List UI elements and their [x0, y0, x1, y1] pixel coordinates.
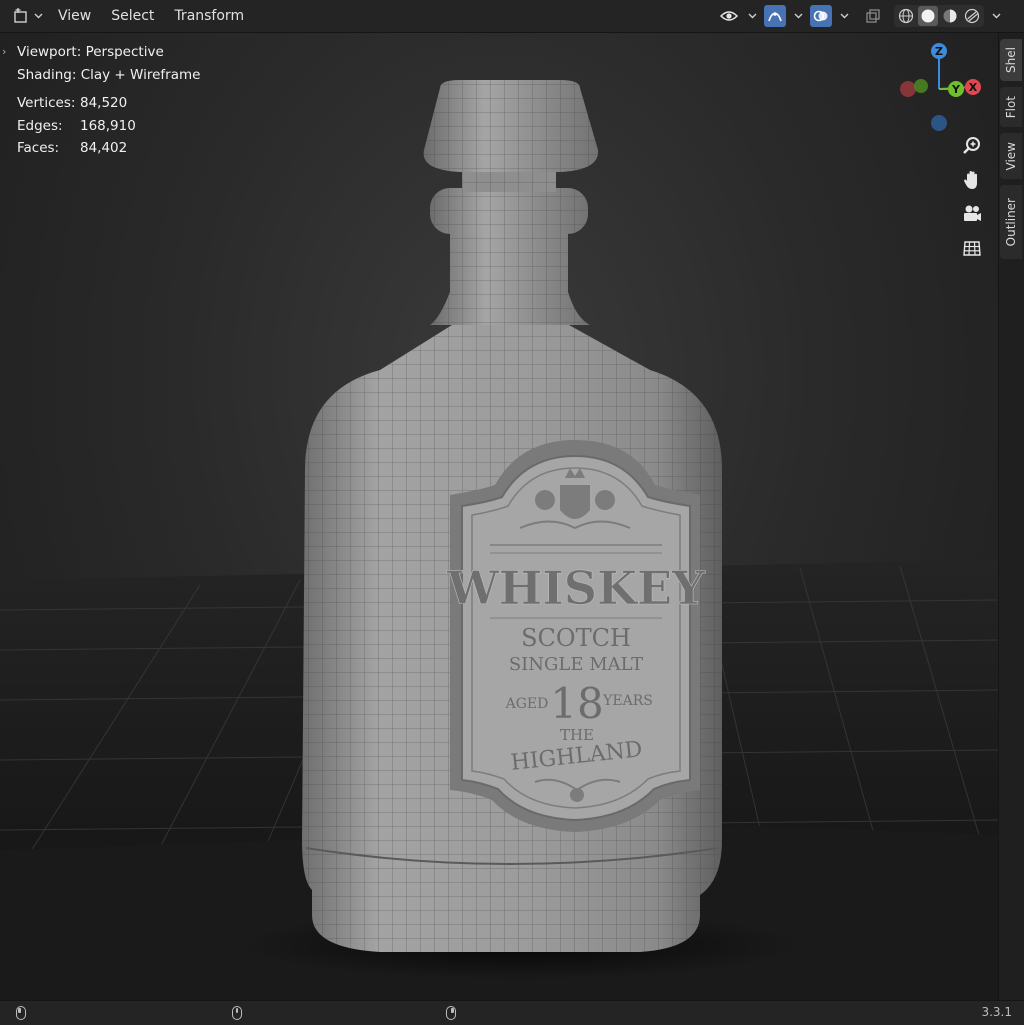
- navigation-tools: [958, 133, 986, 261]
- header-tools: [718, 5, 1002, 27]
- viewport-header: View Select Transform: [0, 0, 1024, 33]
- menu-select[interactable]: Select: [103, 4, 162, 28]
- faces-label: Faces:: [17, 140, 60, 156]
- scene-render: WHISKEY SCOTCH SINGLE MALT AGED 18 YEARS…: [0, 80, 998, 1000]
- faces-value: 84,402: [80, 140, 128, 156]
- visibility-dropdown[interactable]: [746, 5, 758, 27]
- label-the-text: THE: [560, 726, 594, 744]
- xray-toggle-button[interactable]: [862, 5, 884, 27]
- overlay-dropdown[interactable]: [838, 5, 850, 27]
- wireframe-sphere-icon: [898, 8, 914, 24]
- hand-icon: [964, 171, 977, 189]
- vertices-label: Vertices:: [17, 95, 76, 111]
- gizmo-toggle-button[interactable]: [764, 5, 786, 27]
- shading-value: Clay + Wireframe: [80, 66, 201, 83]
- shading-rendered-button[interactable]: [962, 6, 982, 26]
- visibility-button[interactable]: [718, 5, 740, 27]
- overlay-expand-arrow[interactable]: ›: [2, 45, 6, 58]
- chevron-down-icon: [34, 13, 43, 19]
- pan-button[interactable]: [958, 167, 986, 193]
- shading-solid-button[interactable]: [918, 6, 938, 26]
- menu-view[interactable]: View: [50, 4, 99, 28]
- tab-view-label: View: [1004, 141, 1018, 171]
- overlay-toggle-button[interactable]: [810, 5, 832, 27]
- shading-mode-group: [894, 5, 984, 27]
- chevron-down-icon: [992, 13, 1000, 19]
- mouse-right-icon: [446, 1006, 456, 1020]
- shading-label: Shading:: [17, 66, 77, 83]
- gizmo-icon: [768, 12, 782, 22]
- zoom-button[interactable]: [958, 133, 986, 159]
- material-sphere-icon: [943, 9, 957, 23]
- eye-icon: [720, 11, 738, 21]
- header-menu: View Select Transform: [50, 0, 252, 32]
- whiskey-bottle-model: WHISKEY SCOTCH SINGLE MALT AGED 18 YEARS…: [302, 80, 722, 952]
- camera-view-button[interactable]: [958, 201, 986, 227]
- gizmo-neg-y[interactable]: [914, 79, 928, 93]
- viewport-value: Perspective: [85, 44, 164, 60]
- blender-3d-viewport-app: View Select Transform WHISKEY SCOTCH SIN…: [0, 0, 1024, 1025]
- editor-type-icon: [14, 8, 27, 23]
- label-brand-text: WHISKEY: [446, 561, 706, 615]
- gizmo-neg-z[interactable]: [931, 115, 947, 131]
- xray-icon: [866, 9, 880, 23]
- edges-label: Edges:: [17, 117, 63, 134]
- bottle-label: WHISKEY SCOTCH SINGLE MALT AGED 18 YEARS…: [446, 440, 706, 832]
- grid-icon: [963, 241, 981, 256]
- tab-view[interactable]: View: [1000, 133, 1022, 179]
- gizmo-y-label[interactable]: Y: [951, 83, 961, 96]
- label-age-number: 18: [550, 679, 603, 728]
- tab-float[interactable]: Flot: [1000, 87, 1022, 127]
- shading-dropdown[interactable]: [990, 5, 1002, 27]
- label-line2-text: SINGLE MALT: [509, 654, 643, 675]
- status-bar: 3.3.1: [0, 1000, 1024, 1025]
- tab-shelf[interactable]: Shel: [1000, 39, 1022, 81]
- gizmo-z-label[interactable]: Z: [935, 45, 943, 58]
- overlay-icon: [813, 10, 828, 22]
- label-line1-text: SCOTCH: [521, 624, 631, 652]
- 3d-viewport[interactable]: WHISKEY SCOTCH SINGLE MALT AGED 18 YEARS…: [0, 33, 998, 1000]
- rendered-sphere-icon: [964, 8, 980, 24]
- label-years-text: YEARS: [602, 693, 653, 709]
- tab-shelf-label: Shel: [1004, 47, 1018, 73]
- editor-type-button[interactable]: [12, 6, 46, 26]
- camera-icon: [964, 205, 981, 221]
- menu-transform[interactable]: Transform: [166, 4, 252, 28]
- mouse-left-icon: [16, 1006, 26, 1020]
- viewport-label: Viewport:: [17, 44, 82, 60]
- mouse-middle-icon: [232, 1006, 242, 1020]
- tab-outliner-label: Outliner: [1004, 197, 1018, 247]
- chevron-down-icon: [840, 13, 848, 19]
- gizmo-neg-x[interactable]: [900, 81, 916, 97]
- navigation-gizmo[interactable]: Z Y X: [896, 41, 986, 141]
- gizmo-x-label[interactable]: X: [969, 81, 978, 94]
- gizmo-dropdown[interactable]: [792, 5, 804, 27]
- shading-wireframe-button[interactable]: [896, 6, 916, 26]
- shading-material-button[interactable]: [940, 6, 960, 26]
- version-label: 3.3.1: [981, 1005, 1012, 1019]
- edges-value: 168,910: [80, 117, 136, 134]
- zoom-icon: [963, 137, 980, 154]
- tab-float-label: Flot: [1004, 95, 1018, 119]
- label-aged-text: AGED: [505, 696, 549, 712]
- solid-sphere-icon: [921, 9, 935, 23]
- vertices-value: 84,520: [80, 95, 128, 111]
- chevron-down-icon: [794, 13, 802, 19]
- sidebar-tabs: Shel Flot View Outliner: [998, 33, 1024, 1000]
- viewport-info-overlay: Viewport: Perspective Shading: Clay + Wi…: [17, 41, 200, 160]
- toggle-ortho-button[interactable]: [958, 235, 986, 261]
- tab-outliner[interactable]: Outliner: [1000, 185, 1022, 259]
- chevron-down-icon: [748, 13, 756, 19]
